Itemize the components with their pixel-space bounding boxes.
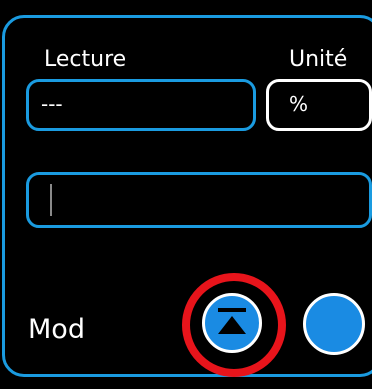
mode-label: Mod — [28, 314, 85, 345]
reading-value: --- — [41, 92, 63, 116]
level-bar-cursor — [50, 184, 52, 216]
mode-button-top[interactable] — [202, 293, 262, 353]
unit-value: % — [289, 92, 309, 116]
reading-field[interactable]: --- — [26, 79, 256, 131]
skip-to-top-icon — [218, 308, 246, 334]
level-bar — [26, 172, 372, 228]
reading-label: Lecture — [44, 47, 127, 72]
unit-label: Unité — [289, 47, 348, 72]
mode-button-circle[interactable] — [303, 293, 365, 355]
unit-field[interactable]: % — [266, 79, 372, 131]
